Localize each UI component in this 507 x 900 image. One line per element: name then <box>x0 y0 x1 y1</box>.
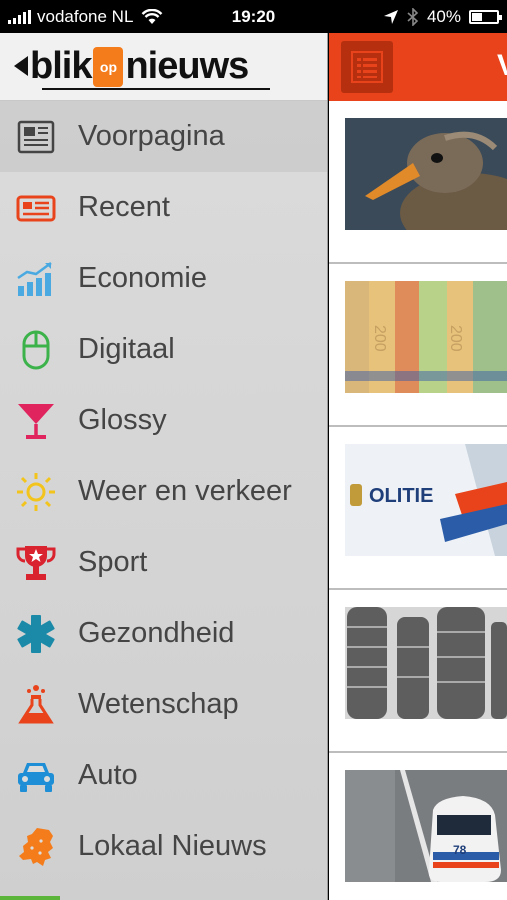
category-list: Voorpagina Recent Economie Digitaal Glos… <box>0 101 327 882</box>
sidebar-item-label: Recent <box>78 191 170 223</box>
sidebar-item-recent[interactable]: Recent <box>0 172 327 243</box>
menu-toggle-button[interactable] <box>341 41 393 93</box>
sidebar-item-label: Lokaal Nieuws <box>78 830 267 862</box>
wifi-icon <box>142 8 163 24</box>
mouse-icon <box>14 328 58 372</box>
sidebar-item-auto[interactable]: Auto <box>0 740 327 811</box>
logo-badge-text: op <box>99 58 118 75</box>
sidebar-item-digitaal[interactable]: Digitaal <box>0 314 327 385</box>
svg-text:200: 200 <box>371 325 388 352</box>
sidebar-item-label: Sport <box>78 546 148 578</box>
logo-text-left: blik <box>30 45 92 87</box>
battery-percentage: 40% <box>426 6 461 26</box>
sidebar-item-label: Weer en verkeer <box>78 475 292 507</box>
sidebar-item-label: Glossy <box>78 404 167 436</box>
svg-text:OLITIE: OLITIE <box>369 485 433 507</box>
article-thumbnail-euro-notes: 200 200 <box>345 281 507 393</box>
logo-badge: op <box>93 46 124 87</box>
bluetooth-icon <box>407 7 419 26</box>
article-thumbnail-police-car-road: 78 <box>345 770 507 882</box>
main-header: V <box>329 33 507 101</box>
netherlands-map-icon <box>14 825 58 869</box>
sidebar-item-economie[interactable]: Economie <box>0 243 327 314</box>
article-thumbnail-police-car-door: OLITIE <box>345 444 507 556</box>
flask-icon <box>14 683 58 727</box>
article-item[interactable] <box>329 101 507 264</box>
logo-underline <box>42 88 270 90</box>
main-content[interactable]: V 200 200 OLITIE 78 <box>329 33 507 900</box>
article-item[interactable]: 78 <box>329 753 507 900</box>
sidebar-item-label: Wetenschap <box>78 688 239 720</box>
sidebar-item-lokaal-nieuws[interactable]: Lokaal Nieuws <box>0 811 327 882</box>
medical-asterisk-icon <box>14 612 58 656</box>
sidebar-menu: blik op nieuws Voorpagina Recent Economi… <box>0 33 328 900</box>
header-title-partial: V <box>497 49 507 83</box>
cocktail-glass-icon <box>14 399 58 443</box>
logo-text-right: nieuws <box>125 45 249 87</box>
article-item[interactable]: 200 200 <box>329 264 507 427</box>
article-thumbnail-coin-stacks <box>345 607 507 719</box>
sidebar-item-gezondheid[interactable]: Gezondheid <box>0 598 327 669</box>
chart-growth-icon <box>14 257 58 301</box>
battery-icon <box>469 9 502 24</box>
news-recent-icon <box>14 186 58 230</box>
back-arrow-icon[interactable] <box>14 55 28 76</box>
location-arrow-icon <box>383 9 398 24</box>
sidebar-item-label: Auto <box>78 759 138 791</box>
article-item[interactable]: OLITIE <box>329 427 507 590</box>
svg-text:200: 200 <box>447 325 464 352</box>
app-logo: blik op nieuws <box>30 45 249 88</box>
trophy-icon <box>14 541 58 585</box>
sidebar-item-sport[interactable]: Sport <box>0 527 327 598</box>
logo-bar[interactable]: blik op nieuws <box>0 33 327 101</box>
status-bar: vodafone NL 19:20 40% <box>0 0 507 33</box>
svg-text:78: 78 <box>453 843 467 857</box>
article-item[interactable] <box>329 590 507 753</box>
sidebar-item-weer-en-verkeer[interactable]: Weer en verkeer <box>0 456 327 527</box>
sidebar-item-voorpagina[interactable]: Voorpagina <box>0 101 327 172</box>
scroll-indicator <box>0 896 60 900</box>
carrier-name: vodafone NL <box>37 6 134 26</box>
newspaper-icon <box>14 115 58 159</box>
sidebar-item-label: Gezondheid <box>78 617 235 649</box>
sidebar-item-label: Voorpagina <box>78 120 225 152</box>
article-thumbnail-duck <box>345 118 507 230</box>
list-menu-icon <box>351 51 383 83</box>
sidebar-item-glossy[interactable]: Glossy <box>0 385 327 456</box>
car-icon <box>14 754 58 798</box>
sidebar-item-label: Digitaal <box>78 333 175 365</box>
signal-strength-icon <box>8 9 31 24</box>
sun-icon <box>14 470 58 514</box>
sidebar-item-wetenschap[interactable]: Wetenschap <box>0 669 327 740</box>
sidebar-item-label: Economie <box>78 262 207 294</box>
